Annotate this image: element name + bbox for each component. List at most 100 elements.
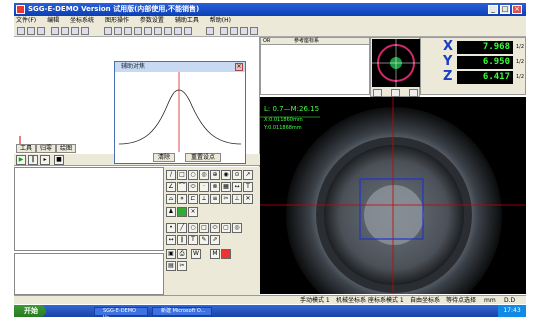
target2-tool-icon[interactable]: ◎ (232, 223, 242, 233)
slot-tool-icon[interactable]: ⊏ (188, 194, 198, 204)
color-tool-icon[interactable] (221, 249, 231, 259)
result-list[interactable] (14, 253, 164, 295)
scope-view[interactable] (371, 38, 421, 88)
ring-tool-icon[interactable]: ◉ (221, 170, 231, 180)
maximize-button[interactable]: □ (500, 5, 510, 14)
save-icon[interactable] (37, 27, 45, 35)
arrow-tool-icon[interactable]: ↗ (243, 170, 253, 180)
move-icon[interactable] (51, 27, 59, 35)
angle-icon[interactable] (154, 27, 162, 35)
measure-icon[interactable] (104, 27, 112, 35)
menu-graph[interactable]: 图形操作 (105, 17, 129, 24)
x-value[interactable]: 7.968 (457, 41, 513, 54)
print-icon[interactable] (184, 27, 192, 35)
square2-tool-icon[interactable]: ▢ (221, 223, 231, 233)
dimension2-tool-icon[interactable]: ↔ (166, 235, 176, 245)
stamp-tool-icon[interactable]: ▤ (166, 261, 176, 271)
arc-icon[interactable] (124, 27, 132, 35)
element-list[interactable] (14, 167, 164, 251)
clear-tool-icon[interactable]: × (188, 207, 198, 217)
parallel-icon[interactable] (240, 27, 248, 35)
center-tool-icon[interactable]: ⊗ (210, 182, 220, 192)
menu-params[interactable]: 参数设置 (140, 17, 164, 24)
circle-tool-icon[interactable]: ○ (188, 170, 198, 180)
save2-tool-icon[interactable]: ▣ (166, 249, 176, 259)
cross-tool-icon[interactable]: ⊕ (210, 170, 220, 180)
y-unit[interactable]: 1/2 (516, 56, 524, 69)
eye-tool-icon[interactable]: ⊙ (232, 170, 242, 180)
dialog-confirm-button[interactable]: 清除 (153, 153, 175, 162)
parallel2-tool-icon[interactable]: ∥ (177, 235, 187, 245)
fill-tool-icon[interactable] (177, 207, 187, 217)
undo-icon[interactable] (71, 27, 79, 35)
rect-icon[interactable] (174, 27, 182, 35)
mirror-tool-icon[interactable]: ⟂ (199, 194, 209, 204)
align-icon[interactable] (220, 27, 228, 35)
point-tool-icon[interactable]: · (199, 182, 209, 192)
trim-tool-icon[interactable]: ✂ (221, 194, 231, 204)
scope-icon-c[interactable] (409, 89, 418, 97)
dialog-close-button[interactable]: × (235, 63, 243, 71)
word-tool-icon[interactable]: W (191, 249, 201, 259)
dot-tool-icon[interactable]: • (166, 223, 176, 233)
line-tool-icon[interactable]: / (166, 170, 176, 180)
distance-icon[interactable] (164, 27, 172, 35)
open-file-icon[interactable] (27, 27, 35, 35)
minimize-button[interactable]: _ (488, 5, 498, 14)
menu-edit[interactable]: 编辑 (47, 17, 59, 24)
offset-tool-icon[interactable]: ≡ (210, 194, 220, 204)
tangent-tool-icon[interactable]: ⌓ (166, 194, 176, 204)
redo-icon[interactable] (81, 27, 89, 35)
note-tool-icon[interactable]: ✎ (199, 235, 209, 245)
angle-tool-icon[interactable]: ∠ (166, 182, 176, 192)
x-unit[interactable]: 1/2 (516, 41, 524, 54)
text-tool-icon[interactable]: T (243, 182, 253, 192)
tab-zero[interactable]: 归零 (36, 144, 57, 153)
menu-coord[interactable]: 坐标系统 (70, 17, 94, 24)
rect2-tool-icon[interactable]: □ (199, 223, 209, 233)
delete-tool-icon[interactable]: ✕ (243, 194, 253, 204)
y-value[interactable]: 6.950 (457, 56, 513, 69)
arrow2-tool-icon[interactable]: ⇗ (210, 235, 220, 245)
perpendicular-icon[interactable] (230, 27, 238, 35)
ellipse2-tool-icon[interactable]: ⬭ (210, 223, 220, 233)
z-value[interactable]: 6.417 (457, 71, 513, 84)
play-icon[interactable]: ▶ (16, 155, 26, 165)
probe-tool-icon[interactable]: ⊥ (232, 194, 242, 204)
dialog-reset-button[interactable]: 重置设点 (185, 153, 221, 162)
scope-icon-b[interactable] (391, 89, 400, 97)
settings-icon[interactable] (206, 27, 214, 35)
start-button[interactable]: 开始 (14, 305, 46, 317)
task-app[interactable]: SGG-E-DEMO Ve... (94, 307, 148, 321)
tab-draw[interactable]: 绘图 (56, 144, 77, 153)
z-unit[interactable]: 1/2 (516, 71, 524, 84)
step-icon[interactable]: ▸ (40, 155, 50, 165)
menu-tools[interactable]: 辅助工具 (175, 17, 199, 24)
target-tool-icon[interactable]: ◎ (199, 170, 209, 180)
person-tool-icon[interactable]: ♟ (166, 207, 176, 217)
close-button[interactable]: × (512, 5, 522, 14)
point-icon[interactable] (144, 27, 152, 35)
pause-icon[interactable]: ‖ (28, 155, 38, 165)
line2-tool-icon[interactable]: ╱ (177, 223, 187, 233)
circle-icon[interactable] (134, 27, 142, 35)
rect-tool-icon[interactable]: □ (177, 170, 187, 180)
task-office[interactable]: 新建 Microsoft O... (152, 307, 212, 316)
zoom-icon[interactable] (61, 27, 69, 35)
cut-tool-icon[interactable]: ✂ (177, 261, 187, 271)
slope-icon[interactable] (250, 27, 258, 35)
text2-tool-icon[interactable]: T (188, 235, 198, 245)
ellipse-tool-icon[interactable]: ⬭ (188, 182, 198, 192)
tab-tools[interactable]: 工具 (16, 144, 37, 153)
arc-tool-icon[interactable]: ⌒ (177, 182, 187, 192)
dimension-tool-icon[interactable]: ↔ (232, 182, 242, 192)
menu-help[interactable]: 帮助(H) (210, 17, 231, 24)
line-icon[interactable] (114, 27, 122, 35)
pt-tool-icon[interactable]: ⋄ (177, 194, 187, 204)
print2-tool-icon[interactable]: ⎙ (177, 249, 187, 259)
menu-file[interactable]: 文件(F) (16, 17, 36, 24)
hatch-tool-icon[interactable]: ▦ (221, 182, 231, 192)
scope-icon-a[interactable] (373, 89, 382, 97)
circle2-tool-icon[interactable]: ○ (188, 223, 198, 233)
stop-icon[interactable]: ■ (54, 155, 64, 165)
